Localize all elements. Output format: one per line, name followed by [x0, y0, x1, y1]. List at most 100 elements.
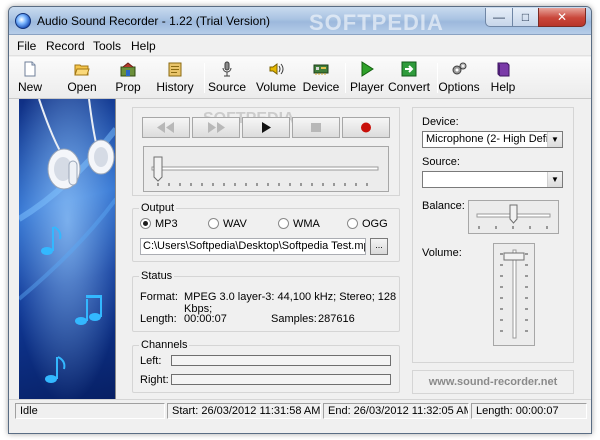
balance-slider-track	[476, 204, 551, 229]
fast-forward-button[interactable]	[192, 117, 240, 138]
open-folder-icon	[74, 64, 90, 76]
volume-button[interactable]: Volume	[253, 59, 299, 97]
microphone-icon	[222, 61, 232, 77]
volume-label: Volume:	[422, 247, 462, 259]
device-select-value: Microphone (2- High Definiti	[426, 133, 563, 145]
new-button[interactable]: New	[13, 59, 47, 97]
samples-label: Samples:	[271, 313, 317, 325]
rewind-button[interactable]	[142, 117, 190, 138]
options-button[interactable]: Options	[438, 59, 480, 97]
source-button[interactable]: Source	[206, 59, 248, 97]
prop-button[interactable]: Prop	[111, 59, 145, 97]
minimize-button[interactable]: —	[485, 8, 513, 27]
toolbar-separator	[204, 63, 205, 93]
maximize-button[interactable]: □	[512, 8, 539, 27]
window-title: Audio Sound Recorder - 1.22 (Trial Versi…	[37, 14, 271, 28]
volume-slider-track	[500, 249, 528, 339]
length-label: Length:	[140, 313, 177, 325]
status-bar: Idle Start: 26/03/2012 11:31:58 AM End: …	[9, 399, 591, 421]
format-label: Format:	[140, 291, 178, 303]
properties-icon	[120, 62, 136, 77]
wma-label: WMA	[293, 218, 320, 230]
help-label: Help	[490, 80, 516, 94]
format-value: MPEG 3.0 layer-3: 44,100 kHz; Stereo; 12…	[184, 291, 397, 303]
position-slider[interactable]	[143, 146, 389, 192]
speaker-icon	[269, 63, 284, 75]
open-button[interactable]: Open	[65, 59, 99, 97]
format-wav-radio[interactable]: WAV	[208, 218, 247, 230]
left-level-meter	[171, 355, 391, 366]
convert-label: Convert	[388, 80, 431, 94]
radio-dot	[347, 218, 358, 229]
status-title: Status	[139, 270, 175, 282]
source-label: Source	[207, 80, 247, 94]
device-panel: Device: Microphone (2- High Definiti ▼ S…	[412, 107, 574, 363]
convert-icon	[401, 61, 417, 77]
status-state: Idle	[15, 403, 165, 419]
play-button[interactable]	[242, 117, 290, 138]
menu-file[interactable]: File	[17, 39, 36, 53]
balance-slider[interactable]	[468, 200, 559, 234]
stop-icon	[311, 123, 321, 132]
menu-help[interactable]: Help	[131, 39, 156, 53]
play-icon	[262, 122, 271, 133]
fast-forward-icon	[208, 122, 225, 133]
new-label: New	[17, 80, 42, 94]
history-button[interactable]: History	[153, 59, 197, 97]
rewind-icon	[157, 122, 174, 133]
browse-button[interactable]: ...	[370, 238, 388, 255]
title-bar: Audio Sound Recorder - 1.22 (Trial Versi…	[9, 7, 591, 35]
source-select[interactable]: ▼	[422, 171, 563, 188]
options-label: Options	[438, 80, 480, 94]
stop-button[interactable]	[292, 117, 340, 138]
length-value: 00:00:07	[184, 313, 227, 325]
softpedia-watermark: SOFTPEDIA	[309, 10, 444, 35]
radio-dot	[208, 218, 219, 229]
balance-label: Balance:	[422, 200, 465, 212]
new-document-icon	[24, 61, 36, 77]
play-icon	[361, 61, 374, 77]
samples-value: 287616	[318, 313, 355, 325]
radio-dot-selected	[140, 218, 151, 229]
menu-record[interactable]: Record	[46, 39, 85, 53]
prop-label: Prop	[115, 80, 141, 94]
format-mp3-radio[interactable]: MP3	[140, 218, 178, 230]
toolbar: New Open Prop History Source Volume Devi…	[9, 57, 591, 99]
left-channel-label: Left:	[140, 355, 162, 367]
transport-panel: SOFTPEDIA	[132, 107, 400, 196]
convert-button[interactable]: Convert	[388, 59, 430, 97]
format-ogg-radio[interactable]: OGG	[347, 218, 388, 230]
right-level-meter	[171, 374, 391, 385]
device-button[interactable]: Device	[301, 59, 341, 97]
channels-group: Channels	[132, 339, 400, 393]
chevron-down-icon: ▼	[547, 132, 562, 147]
website-link[interactable]: www.sound-recorder.net	[412, 370, 574, 394]
device-label: Device	[302, 80, 340, 94]
record-icon	[361, 122, 371, 133]
app-window: Audio Sound Recorder - 1.22 (Trial Versi…	[8, 6, 592, 434]
radio-dot	[278, 218, 289, 229]
headphones-artwork-icon	[19, 99, 115, 403]
status-length: Length: 00:00:07	[471, 403, 587, 419]
volume-slider[interactable]	[493, 243, 535, 346]
device-select[interactable]: Microphone (2- High Definiti ▼	[422, 131, 563, 148]
player-label: Player	[349, 80, 384, 94]
record-button[interactable]	[342, 117, 390, 138]
format-wma-radio[interactable]: WMA	[278, 218, 320, 230]
output-path-input[interactable]: C:\Users\Softpedia\Desktop\Softpedia Tes…	[140, 238, 366, 255]
history-icon	[168, 62, 182, 77]
status-end: End: 26/03/2012 11:32:05 AM	[323, 403, 469, 419]
menu-tools[interactable]: Tools	[93, 39, 121, 53]
gear-icon	[452, 62, 467, 75]
player-button[interactable]: Player	[347, 59, 387, 97]
side-artwork	[19, 99, 116, 403]
toolbar-separator	[345, 63, 346, 93]
source-label: Source:	[422, 156, 460, 168]
app-icon	[15, 13, 31, 29]
help-book-icon	[497, 62, 510, 77]
history-label: History	[156, 80, 194, 94]
device-label: Device:	[422, 116, 459, 128]
close-button[interactable]: ✕	[538, 8, 586, 27]
help-button[interactable]: Help	[487, 59, 519, 97]
position-slider-track	[151, 156, 379, 186]
